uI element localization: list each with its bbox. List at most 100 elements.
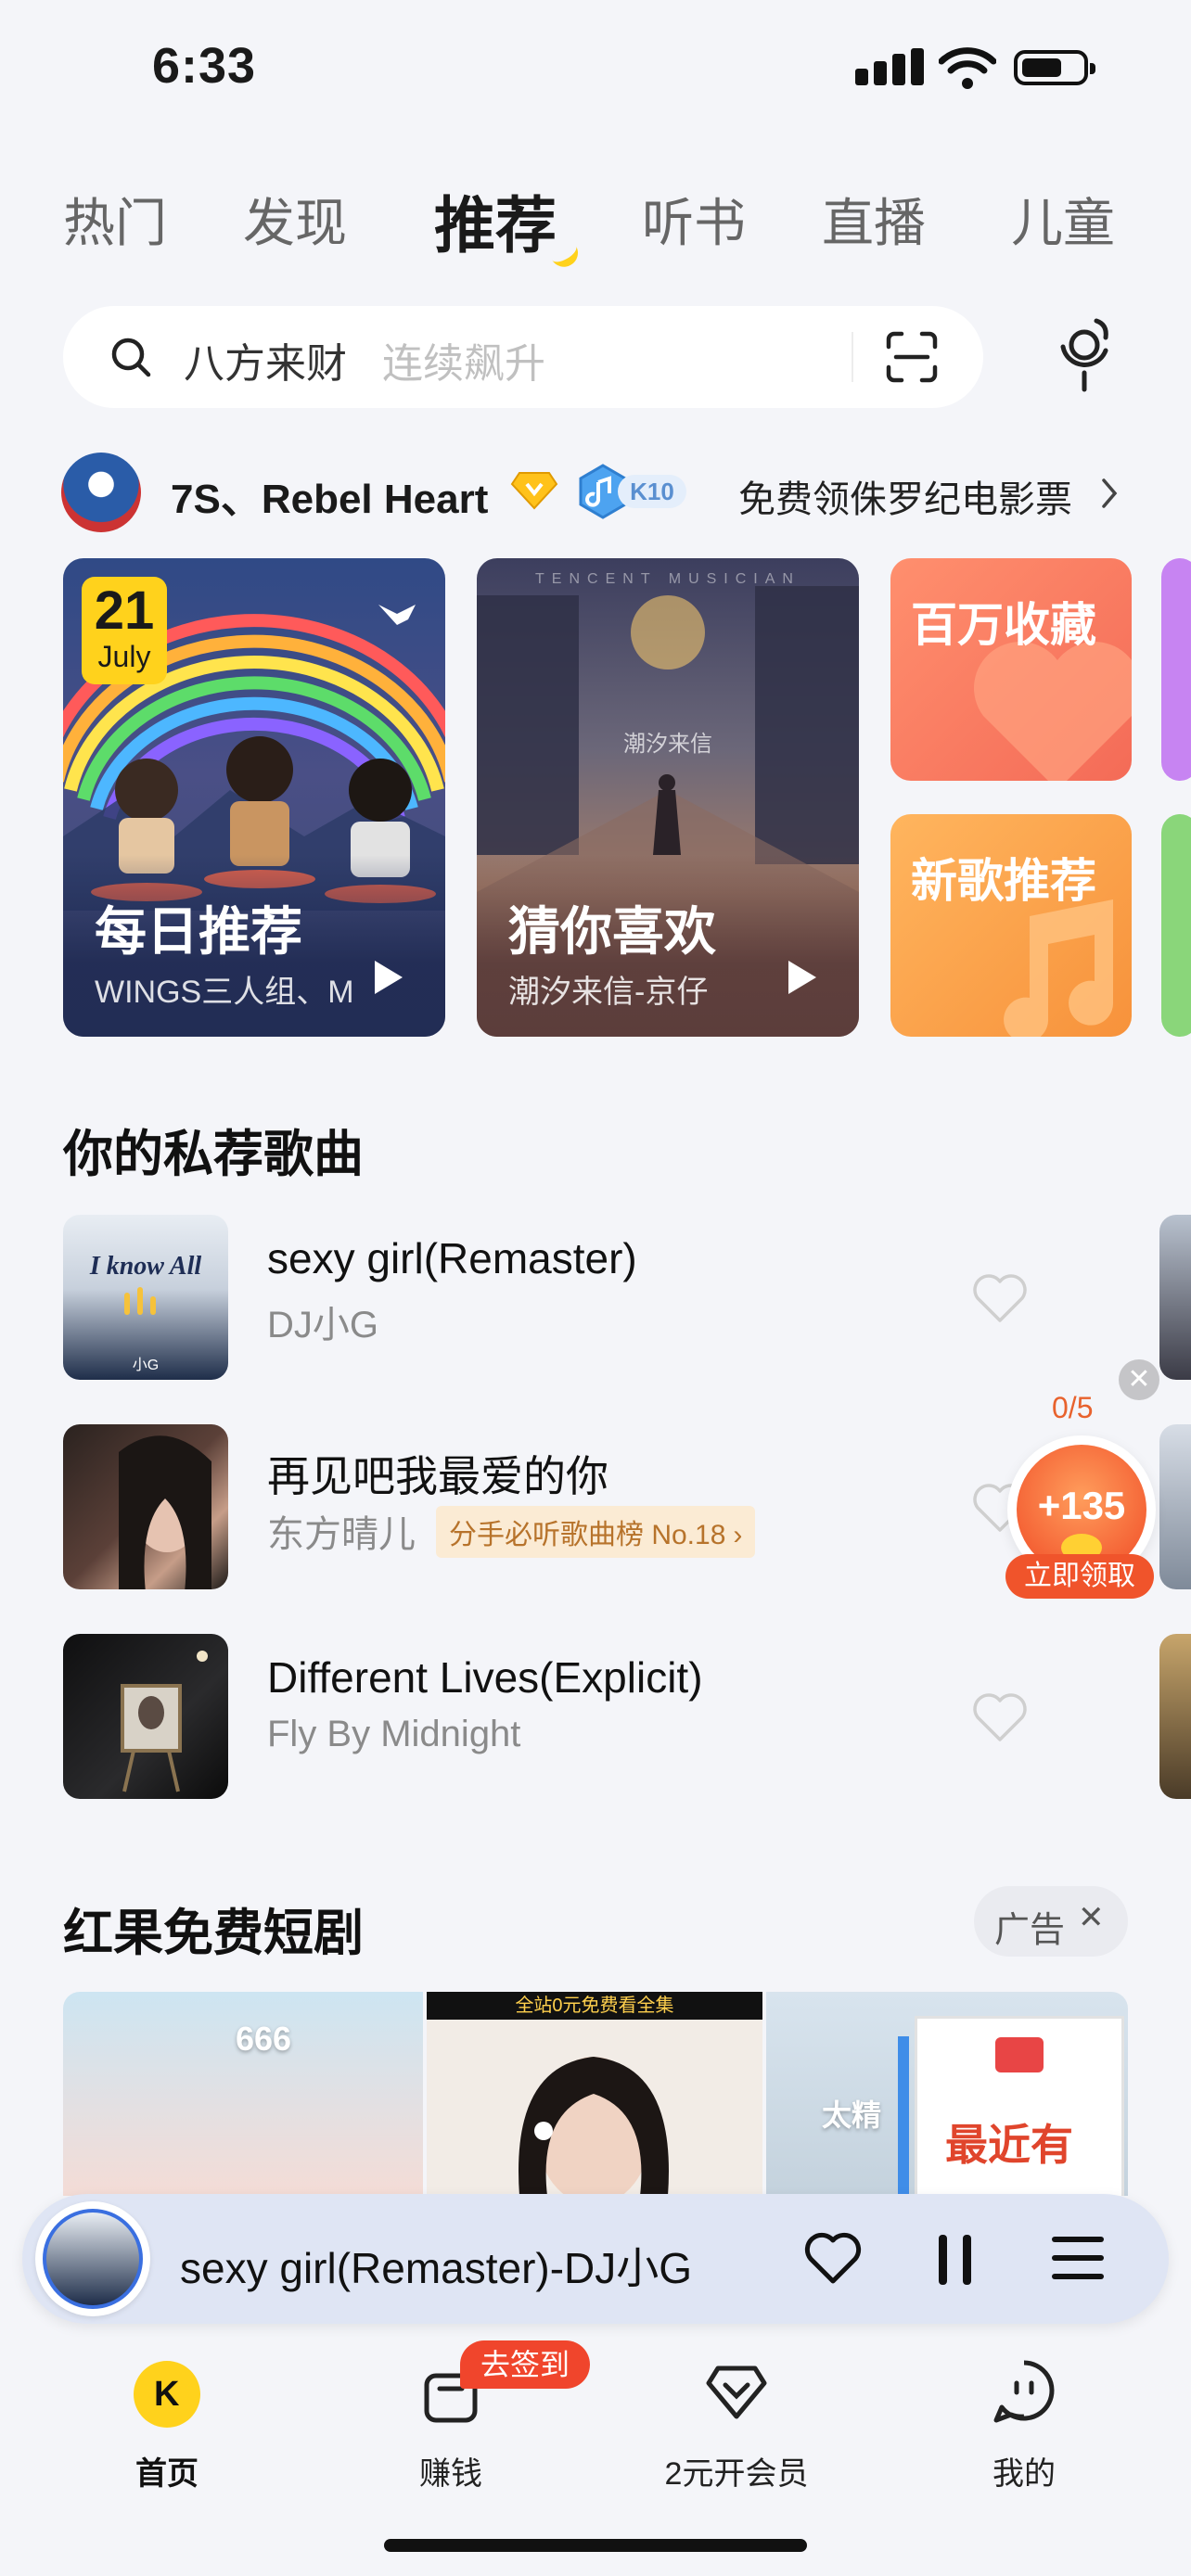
search-hint: 连续飙升 <box>382 341 545 387</box>
daily-recommend-card[interactable]: 21 July 每日推荐 WINGS三人组、M <box>63 558 445 1037</box>
section-title-private: 你的私荐歌曲 <box>63 1127 364 1182</box>
card-subtitle: 潮汐来信-京仔 <box>508 975 709 1010</box>
user-name[interactable]: 7S、Rebel Heart <box>171 465 488 525</box>
drama-thumb-text: 666 <box>236 2020 292 2058</box>
voice-search-icon[interactable] <box>1050 315 1119 395</box>
like-heart-icon[interactable] <box>803 2231 863 2285</box>
chart-tag[interactable]: 分手必听歌曲榜 No.18 › <box>436 1506 756 1558</box>
song-artist[interactable]: DJ小G <box>267 1294 378 1348</box>
song-artist[interactable]: Fly By Midnight <box>267 1714 520 1755</box>
cover-watermark: TENCENT MUSICIAN <box>535 571 800 587</box>
date-month: July <box>97 640 151 673</box>
date-badge: 21 July <box>82 577 167 684</box>
nav-label: 首页 <box>135 2456 198 2492</box>
search-input[interactable]: 八方来财 连续飙升 <box>63 306 983 408</box>
tab-kids[interactable]: 儿童 <box>1011 182 1115 257</box>
play-icon[interactable] <box>375 961 403 994</box>
profile-face-icon <box>993 2360 1055 2423</box>
close-icon[interactable]: ✕ <box>1119 1359 1159 1400</box>
drama-popup-text: 最近有 <box>945 2121 1073 2169</box>
search-query: 八方来财 <box>184 341 347 387</box>
wifi-icon <box>939 47 996 89</box>
card-title: 每日推荐 <box>95 902 302 961</box>
song-title[interactable]: 再见吧我最爱的你 <box>267 1443 608 1504</box>
million-collect-card[interactable]: 百万收藏 <box>890 558 1132 781</box>
drama-thumb[interactable]: 太精 最近有 <box>766 1992 1128 2196</box>
card-title: 猜你喜欢 <box>508 902 716 961</box>
cover-art <box>121 1651 208 1792</box>
like-heart-icon[interactable] <box>970 1272 1030 1324</box>
drama-thumb-text: 太精 <box>822 2098 882 2132</box>
cover-portrait <box>119 1435 211 1589</box>
peek-cover[interactable] <box>1159 1215 1191 1380</box>
vip-diamond-icon <box>510 472 558 510</box>
drama-popup: 最近有 <box>915 2016 1124 2196</box>
status-time: 6:33 <box>152 38 257 94</box>
tv-icon <box>995 2037 1044 2072</box>
song-cover[interactable]: I know All 小G <box>63 1215 228 1380</box>
cover-subtitle: 小G <box>132 1358 160 1373</box>
ad-label: 广告 <box>994 1911 1066 1950</box>
nav-label: 2元开会员 <box>664 2456 809 2492</box>
home-icon: K <box>134 2361 200 2428</box>
level-text: K10 <box>618 475 686 508</box>
close-icon: ✕ <box>1078 1900 1105 1935</box>
nav-home[interactable]: K 首页 <box>65 2355 269 2504</box>
peek-cover[interactable] <box>1159 1424 1191 1589</box>
song-cover[interactable] <box>63 1424 228 1589</box>
vip-diamond-icon <box>706 2366 767 2419</box>
peek-cover[interactable] <box>1159 1634 1191 1799</box>
level-badge: K10 <box>575 464 686 519</box>
song-title[interactable]: sexy girl(Remaster) <box>267 1233 637 1283</box>
pause-icon[interactable] <box>937 2235 974 2285</box>
cellular-signal-icon <box>855 48 948 91</box>
avatar[interactable] <box>61 453 141 532</box>
player-cover[interactable] <box>35 2201 150 2316</box>
battery-icon <box>1014 50 1095 85</box>
tab-discover[interactable]: 发现 <box>243 182 347 257</box>
nav-mine[interactable]: 我的 <box>922 2355 1126 2504</box>
home-indicator <box>384 2539 807 2552</box>
search-divider <box>852 332 853 382</box>
guess-you-like-card[interactable]: TENCENT MUSICIAN 潮汐来信 猜你喜欢 潮汐来信-京仔 <box>477 558 859 1037</box>
song-cover[interactable] <box>63 1634 228 1799</box>
drama-banner: 全站0元免费看全集 <box>427 1992 762 2020</box>
like-heart-icon[interactable] <box>970 1691 1030 1743</box>
playlist-icon[interactable] <box>1052 2237 1104 2281</box>
search-icon <box>111 338 151 377</box>
song-title[interactable]: Different Lives(Explicit) <box>267 1652 703 1702</box>
chart-tag-text: 分手必听歌曲榜 No.18 <box>449 1520 726 1550</box>
scan-icon[interactable] <box>883 328 941 386</box>
cover-title: 潮汐来信 <box>623 732 712 757</box>
peek-card-green[interactable] <box>1161 814 1191 1037</box>
tab-live[interactable]: 直播 <box>822 182 926 257</box>
reward-points: +135 <box>1037 1484 1126 1527</box>
tab-audiobook[interactable]: 听书 <box>642 182 746 257</box>
tab-recommend[interactable]: 推荐 <box>434 176 557 265</box>
heart-icon <box>974 642 1132 781</box>
checkin-badge[interactable]: 去签到 <box>460 2340 590 2389</box>
decor-bar <box>898 2036 909 2196</box>
nav-vip[interactable]: 2元开会员 <box>634 2355 839 2504</box>
mini-player[interactable]: sexy girl(Remaster)-DJ小G <box>22 2194 1169 2324</box>
peek-card-purple[interactable] <box>1161 558 1191 781</box>
claim-button[interactable]: 立即领取 <box>1005 1554 1154 1599</box>
nav-label: 赚钱 <box>419 2456 482 2492</box>
cover-title: I know All <box>89 1252 202 1281</box>
reward-progress: 0/5 <box>1052 1391 1094 1424</box>
card-title: 新歌推荐 <box>911 855 1096 907</box>
drama-thumb[interactable]: 666 <box>63 1992 423 2196</box>
drama-thumb[interactable]: 全站0元免费看全集 <box>427 1992 762 2196</box>
promo-link[interactable]: 免费领侏罗纪电影票 <box>738 469 1072 523</box>
ad-close-button[interactable]: 广告 ✕ <box>974 1886 1128 1957</box>
song-artist[interactable]: 东方晴儿 <box>267 1504 416 1558</box>
section-title-drama: 红果免费短剧 <box>63 1906 364 1961</box>
card-title: 百万收藏 <box>911 599 1096 651</box>
new-songs-card[interactable]: 新歌推荐 <box>890 814 1132 1037</box>
chevron-right-icon: › <box>733 1520 743 1550</box>
play-icon[interactable] <box>788 961 816 994</box>
now-playing-text[interactable]: sexy girl(Remaster)-DJ小G <box>180 2235 692 2296</box>
card-subtitle: WINGS三人组、M <box>95 975 354 1010</box>
tab-hot[interactable]: 热门 <box>63 182 167 257</box>
nav-label: 我的 <box>992 2456 1056 2492</box>
